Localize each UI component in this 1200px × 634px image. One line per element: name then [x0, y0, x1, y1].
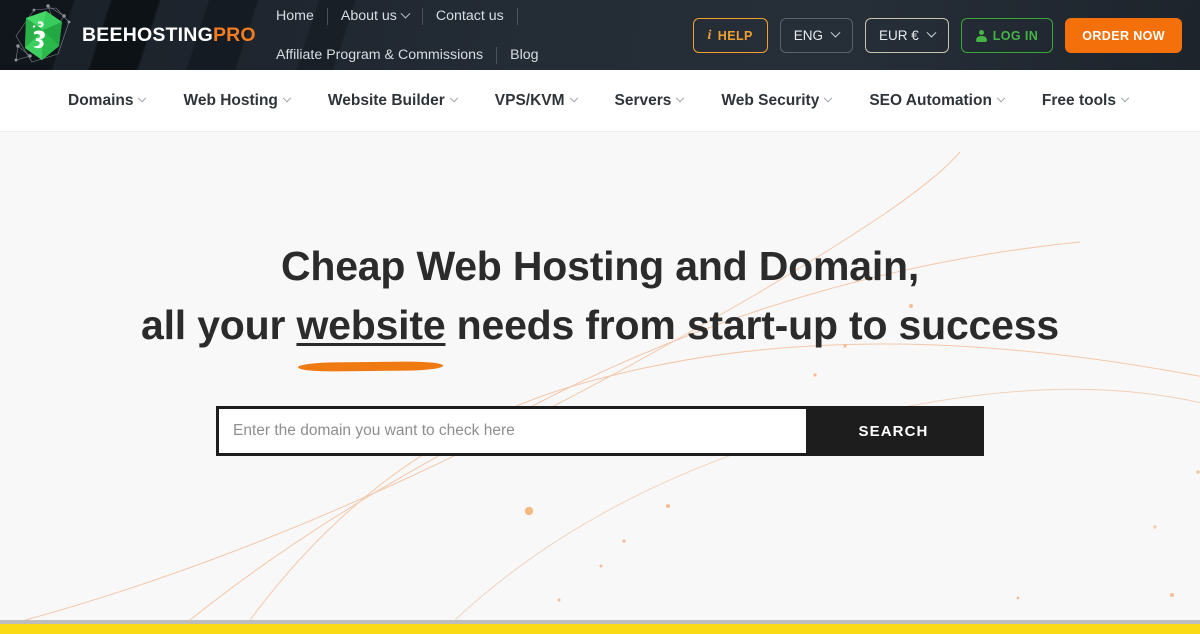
chevron-down-icon [1120, 93, 1130, 102]
bee-gem-logo-icon [12, 2, 74, 68]
divider [496, 46, 498, 64]
nav-item-web-hosting-label: Web Hosting [183, 91, 278, 109]
nav-item-vps-kvm[interactable]: VPS/KVM [494, 91, 578, 110]
top-links-row-1: Home About us Contact us [276, 5, 531, 27]
nav-item-servers-label: Servers [614, 91, 672, 109]
chevron-down-icon [282, 93, 292, 102]
currency-selector-label: EUR € [879, 28, 919, 43]
domain-search-input[interactable] [219, 409, 806, 454]
top-link-contact-us[interactable]: Contact us [436, 8, 504, 24]
nav-item-vps-kvm-label: VPS/KVM [494, 91, 565, 109]
hero-section: Cheap Web Hosting and Domain, all your w… [0, 132, 1200, 620]
nav-item-servers[interactable]: Servers [614, 91, 685, 110]
top-link-home[interactable]: Home [276, 8, 314, 24]
logo-name-main: BEEHOSTING [82, 23, 213, 46]
nav-item-free-tools[interactable]: Free tools [1041, 91, 1130, 110]
help-button[interactable]: i HELP [692, 18, 768, 53]
chevron-down-icon [926, 27, 937, 38]
nav-item-web-security[interactable]: Web Security [721, 91, 833, 110]
nav-item-seo-automation[interactable]: SEO Automation [869, 91, 1006, 110]
main-navigation: Domains Web Hosting Website Builder VPS/… [0, 70, 1200, 132]
hero-title: Cheap Web Hosting and Domain, all your w… [0, 237, 1200, 355]
top-links-row-2: Affiliate Program & Commissions Blog [276, 44, 539, 66]
logo-wordmark: BEEHOSTINGPRO [82, 24, 256, 47]
top-link-affiliate-program[interactable]: Affiliate Program & Commissions [276, 47, 483, 63]
nav-item-web-security-label: Web Security [721, 91, 820, 109]
nav-item-web-hosting[interactable]: Web Hosting [183, 91, 292, 110]
hero-title-highlight: website [296, 296, 445, 355]
top-link-about-us[interactable]: About us [340, 8, 411, 24]
top-link-blog[interactable]: Blog [510, 47, 538, 63]
promo-banner[interactable]: 10 Years Beehosting – Celebrate with 70%… [0, 620, 1200, 634]
nav-item-website-builder[interactable]: Website Builder [327, 91, 459, 110]
order-now-button[interactable]: ORDER NOW [1065, 18, 1182, 53]
chevron-down-icon [449, 93, 459, 102]
login-button-label: LOG IN [992, 28, 1039, 43]
user-icon [975, 30, 987, 42]
divider [516, 7, 518, 25]
currency-selector[interactable]: EUR € [865, 18, 949, 53]
chevron-down-icon [824, 93, 833, 102]
domain-search-button[interactable]: SEARCH [806, 409, 981, 454]
nav-item-seo-automation-label: SEO Automation [869, 91, 992, 109]
top-link-home-label: Home [276, 8, 314, 24]
nav-item-website-builder-label: Website Builder [327, 91, 445, 109]
top-link-affiliate-program-label: Affiliate Program & Commissions [276, 47, 484, 63]
chevron-down-icon [400, 8, 411, 19]
info-icon: i [707, 27, 712, 43]
order-now-button-label: ORDER NOW [1082, 28, 1165, 43]
hero-title-line-1: Cheap Web Hosting and Domain, [280, 243, 920, 289]
hero-title-line-2: all your website needs from start-up to … [0, 296, 1200, 355]
top-header: BEEHOSTINGPRO Home About us Contact us A… [0, 0, 1200, 70]
language-selector-label: ENG [793, 28, 823, 43]
nav-item-domains-label: Domains [68, 91, 134, 109]
header-actions: i HELP ENG EUR € LOG IN ORDER NOW [692, 18, 1182, 53]
top-link-about-us-label: About us [340, 8, 397, 24]
chevron-down-icon [996, 93, 1006, 102]
nav-item-free-tools-label: Free tools [1041, 91, 1116, 109]
top-link-blog-label: Blog [510, 47, 539, 63]
chevron-down-icon [676, 93, 685, 102]
site-logo[interactable]: BEEHOSTINGPRO [12, 0, 256, 70]
domain-search-bar: SEARCH [216, 406, 984, 457]
hero-title-line-2-post: needs from start-up to success [445, 302, 1060, 349]
logo-name-suffix: PRO [212, 23, 256, 46]
page-root: BEEHOSTINGPRO Home About us Contact us A… [0, 0, 1200, 634]
help-button-label: HELP [717, 28, 753, 43]
hero-title-line-2-pre: all your [141, 302, 297, 349]
divider [421, 7, 423, 25]
language-selector[interactable]: ENG [779, 18, 853, 53]
chevron-down-icon [138, 93, 147, 102]
chevron-down-icon [830, 27, 841, 38]
chevron-down-icon [569, 93, 578, 102]
login-button[interactable]: LOG IN [960, 18, 1054, 53]
divider [326, 7, 328, 25]
top-link-contact-us-label: Contact us [435, 8, 504, 24]
nav-item-domains[interactable]: Domains [68, 91, 147, 110]
